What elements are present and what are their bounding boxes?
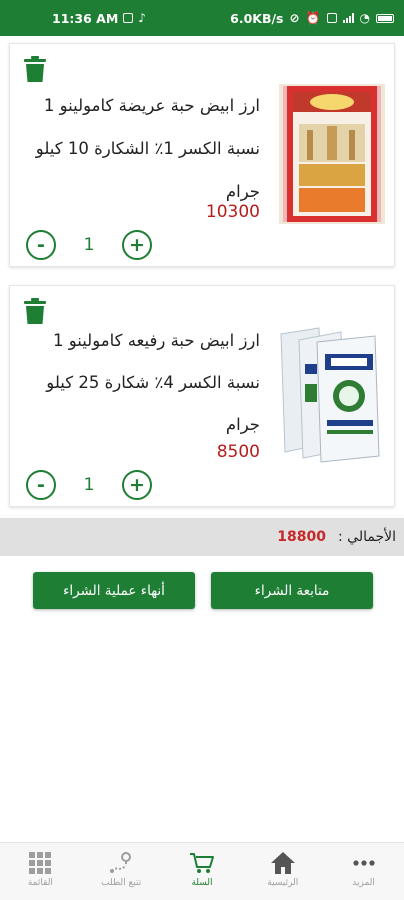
nav-item-more[interactable]: المزيد: [323, 843, 404, 900]
total-bar: 18800 الأجمالي :: [0, 518, 404, 556]
end-purchase-button[interactable]: أنهاء عملية الشراء: [33, 572, 195, 609]
wifi-icon: ◔: [359, 11, 370, 25]
quantity-value: 1: [83, 235, 95, 255]
grid-menu-icon: [29, 852, 52, 874]
rice-bag-red-image: [279, 84, 385, 224]
status-bar: 11:36 AM ♪ 6.0KB/s ⊘ ⏰ ◔: [0, 0, 404, 36]
battery-icon: [376, 13, 394, 23]
quantity-value: 1: [83, 475, 95, 495]
nav-label: الرئيسية: [267, 878, 299, 888]
product-price: 10300: [205, 202, 260, 222]
increase-quantity-button[interactable]: +: [122, 470, 152, 500]
nav-item-menu[interactable]: القائمة: [0, 843, 81, 900]
bottom-nav: القائمة تتبع الطلب السلة الرئيسية المزيد: [0, 842, 404, 900]
cart-icon: [189, 853, 214, 873]
rice-bags-blue-image: [279, 324, 385, 464]
product-description: ارز ابيض حبة عريضة كامولينو 1 نسبة الكسر…: [35, 96, 260, 201]
product-description: ارز ابيض حبة رفيعه كامولينو 1 نسبة الكسر…: [46, 331, 260, 434]
trash-icon[interactable]: [24, 56, 46, 82]
nav-label: القائمة: [27, 878, 53, 888]
nav-label: تتبع الطلب: [101, 878, 142, 888]
total-value: 18800: [277, 529, 326, 545]
alarm-icon: ⏰: [305, 11, 321, 25]
nav-item-home[interactable]: الرئيسية: [242, 843, 323, 900]
decrease-quantity-button[interactable]: -: [26, 230, 56, 260]
status-time: 11:36 AM: [52, 10, 119, 26]
quantity-stepper: - 1 +: [26, 470, 152, 500]
nav-label: السلة: [191, 878, 213, 888]
cart-item-card: ارز ابيض حبة عريضة كامولينو 1 نسبة الكسر…: [9, 43, 395, 267]
increase-quantity-button[interactable]: +: [122, 230, 152, 260]
nav-label: المزيد: [352, 878, 375, 888]
home-icon: [270, 852, 295, 874]
total-label: الأجمالي :: [338, 529, 396, 545]
nav-item-cart[interactable]: السلة: [162, 843, 243, 900]
vibrate-off-icon: ⊘: [289, 11, 300, 25]
cart-item-card: ارز ابيض حبة رفيعه كامولينو 1 نسبة الكسر…: [9, 285, 395, 507]
message-icon: [123, 13, 134, 23]
quantity-stepper: - 1 +: [26, 230, 152, 260]
signal-icon: [342, 13, 354, 23]
more-dots-icon: [352, 860, 375, 866]
sim-icon: [326, 13, 337, 23]
network-speed: 6.0KB/s: [230, 10, 284, 26]
continue-shopping-button[interactable]: متابعة الشراء: [211, 572, 373, 609]
nav-item-track-order[interactable]: تتبع الطلب: [81, 843, 162, 900]
decrease-quantity-button[interactable]: -: [26, 470, 56, 500]
tiktok-icon: ♪: [138, 11, 146, 25]
product-price: 8500: [216, 442, 260, 462]
track-order-icon: [110, 852, 132, 873]
